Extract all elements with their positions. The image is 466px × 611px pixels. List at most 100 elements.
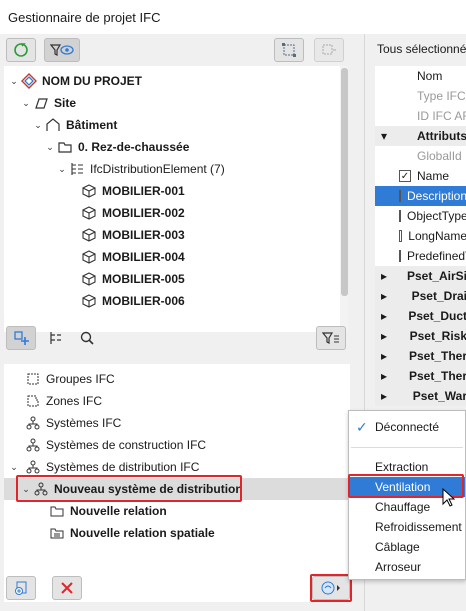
- chevron-right-icon[interactable]: ▸: [381, 389, 413, 403]
- tree-item-storey[interactable]: ⌄ 0. Rez-de-chaussée: [44, 136, 189, 158]
- group-tree[interactable]: Groupes IFC Zones IFC Systèmes IFC Systè…: [4, 364, 350, 602]
- chevron-down-icon[interactable]: ⌄: [44, 142, 56, 153]
- cube-icon: [80, 270, 98, 288]
- tree-item-element[interactable]: MOBILIER-006: [80, 290, 185, 312]
- window-title: Gestionnaire de projet IFC: [0, 0, 466, 34]
- tree-item-building[interactable]: ⌄ Bâtiment: [32, 114, 117, 136]
- menu-item-cooling[interactable]: Refroidissement: [349, 517, 465, 537]
- property-row[interactable]: Type IFC: [375, 86, 466, 106]
- group-label: Nouvelle relation: [70, 504, 167, 518]
- tree-item-site[interactable]: ⌄ Site: [20, 92, 76, 114]
- menu-item-sprinkler[interactable]: Arroseur: [349, 557, 465, 577]
- building-icon: [44, 116, 62, 134]
- deselect-button[interactable]: [314, 38, 344, 62]
- property-group[interactable]: ▸ Pset_War: [375, 386, 466, 406]
- checkbox[interactable]: [399, 250, 401, 262]
- group-item-new-relation[interactable]: Nouvelle relation: [48, 500, 167, 522]
- menu-item-cabling[interactable]: Câblage: [349, 537, 465, 557]
- search-icon: [80, 331, 94, 345]
- select-box-icon: [282, 43, 296, 57]
- chevron-down-icon[interactable]: ▾: [381, 129, 417, 143]
- filter-button[interactable]: [316, 326, 346, 350]
- tree-item-element[interactable]: MOBILIER-003: [80, 224, 185, 246]
- property-group[interactable]: ▸ Pset_Drai: [375, 286, 466, 306]
- property-row[interactable]: PredefinedType: [375, 246, 466, 266]
- tree-item-element[interactable]: MOBILIER-002: [80, 202, 185, 224]
- cube-icon: [80, 226, 98, 244]
- select-in-model-button[interactable]: [274, 38, 304, 62]
- group-item-ifc-zones[interactable]: Zones IFC: [24, 390, 102, 412]
- tree-scrollbar-thumb[interactable]: [341, 68, 348, 296]
- property-group[interactable]: ▸ Pset_Ther: [375, 346, 466, 366]
- add-icon: [15, 581, 27, 595]
- filter-eye-icon: [50, 44, 74, 56]
- checkbox-checked[interactable]: ✓: [399, 170, 411, 182]
- hierarchy-icon: [50, 332, 61, 344]
- add-group-button[interactable]: [6, 576, 36, 600]
- chevron-right-icon[interactable]: ▸: [381, 349, 409, 363]
- filter-view-button[interactable]: [44, 38, 80, 62]
- property-row[interactable]: GlobalId: [375, 146, 466, 166]
- group-label: Zones IFC: [46, 394, 103, 408]
- group-item-construction-systems[interactable]: Systèmes de construction IFC: [24, 434, 206, 456]
- checkmark-icon: ✓: [356, 418, 368, 435]
- menu-separator: [351, 447, 463, 448]
- tree-label: Site: [54, 96, 77, 110]
- tree-label: MOBILIER-004: [102, 250, 185, 264]
- tree-item-element[interactable]: MOBILIER-005: [80, 268, 185, 290]
- tree-label: IfcDistributionElement (7): [90, 162, 225, 176]
- property-group[interactable]: ▸ Pset_Ther: [375, 366, 466, 386]
- system-icon: [24, 414, 42, 432]
- group-item-ifc-groups[interactable]: Groupes IFC: [24, 368, 115, 390]
- highlight-box: [16, 475, 242, 502]
- group-item-new-spatial-relation[interactable]: Nouvelle relation spatiale: [48, 522, 215, 544]
- property-row-selected[interactable]: Description: [375, 186, 466, 206]
- tree-label: NOM DU PROJET: [42, 74, 143, 88]
- property-group[interactable]: ▸ Pset_Risk: [375, 326, 466, 346]
- property-row[interactable]: Nom: [375, 66, 466, 86]
- property-group[interactable]: ▸ Pset_Duct: [375, 306, 466, 326]
- hierarchy-view-button[interactable]: [40, 326, 70, 350]
- property-row[interactable]: ID IFC ARC: [375, 106, 466, 126]
- cube-icon: [80, 248, 98, 266]
- property-row[interactable]: LongName: [375, 226, 466, 246]
- chevron-down-icon[interactable]: ⌄: [8, 462, 20, 473]
- tree-item-element[interactable]: MOBILIER-004: [80, 246, 185, 268]
- element-type-icon: [68, 160, 86, 178]
- tree-label: MOBILIER-003: [102, 228, 185, 242]
- tree-item-project[interactable]: ⌄ NOM DU PROJET: [8, 70, 142, 92]
- checkbox[interactable]: [399, 210, 401, 222]
- group-view-button[interactable]: [6, 326, 36, 350]
- site-icon: [32, 94, 50, 112]
- checkbox[interactable]: [399, 190, 401, 202]
- group-item-ifc-systems[interactable]: Systèmes IFC: [24, 412, 121, 434]
- menu-item-disconnected[interactable]: ✓ Déconnecté: [349, 417, 465, 437]
- property-group[interactable]: ▾ Attributs: [375, 126, 466, 146]
- checkbox[interactable]: [399, 230, 403, 242]
- search-button[interactable]: [72, 326, 102, 350]
- chevron-right-icon[interactable]: ▸: [381, 329, 410, 343]
- chevron-right-icon[interactable]: ▸: [381, 269, 407, 283]
- properties-header: Tous sélectionnés: [377, 42, 466, 56]
- property-row[interactable]: ✓ Name: [375, 166, 466, 186]
- tree-item-distribution-element[interactable]: ⌄ IfcDistributionElement (7): [56, 158, 225, 180]
- chevron-right-icon[interactable]: ▸: [381, 369, 409, 383]
- chevron-down-icon[interactable]: ⌄: [8, 76, 20, 87]
- chevron-down-icon[interactable]: ⌄: [56, 164, 68, 175]
- tree-item-element[interactable]: MOBILIER-001: [80, 180, 185, 202]
- chevron-right-icon[interactable]: ▸: [381, 289, 412, 303]
- zone-icon: [24, 392, 42, 410]
- mouse-cursor-icon: [442, 488, 456, 507]
- chevron-down-icon[interactable]: ⌄: [20, 98, 32, 109]
- property-row[interactable]: ObjectType: [375, 206, 466, 226]
- property-group[interactable]: ▸ Pset_AirSi: [375, 266, 466, 286]
- delete-button[interactable]: [52, 576, 82, 600]
- project-tree[interactable]: ⌄ NOM DU PROJET ⌄ Site ⌄ Bâtiment ⌄ 0. R…: [4, 66, 348, 332]
- group-label: Nouvelle relation spatiale: [70, 526, 215, 540]
- chevron-down-icon[interactable]: ⌄: [32, 120, 44, 131]
- chevron-right-icon[interactable]: ▸: [381, 309, 408, 323]
- group-label: Systèmes de distribution IFC: [46, 460, 200, 474]
- properties-list[interactable]: Nom Type IFC ID IFC ARC ▾Attributs Globa…: [375, 66, 466, 406]
- cube-icon: [80, 182, 98, 200]
- refresh-button[interactable]: [6, 38, 36, 62]
